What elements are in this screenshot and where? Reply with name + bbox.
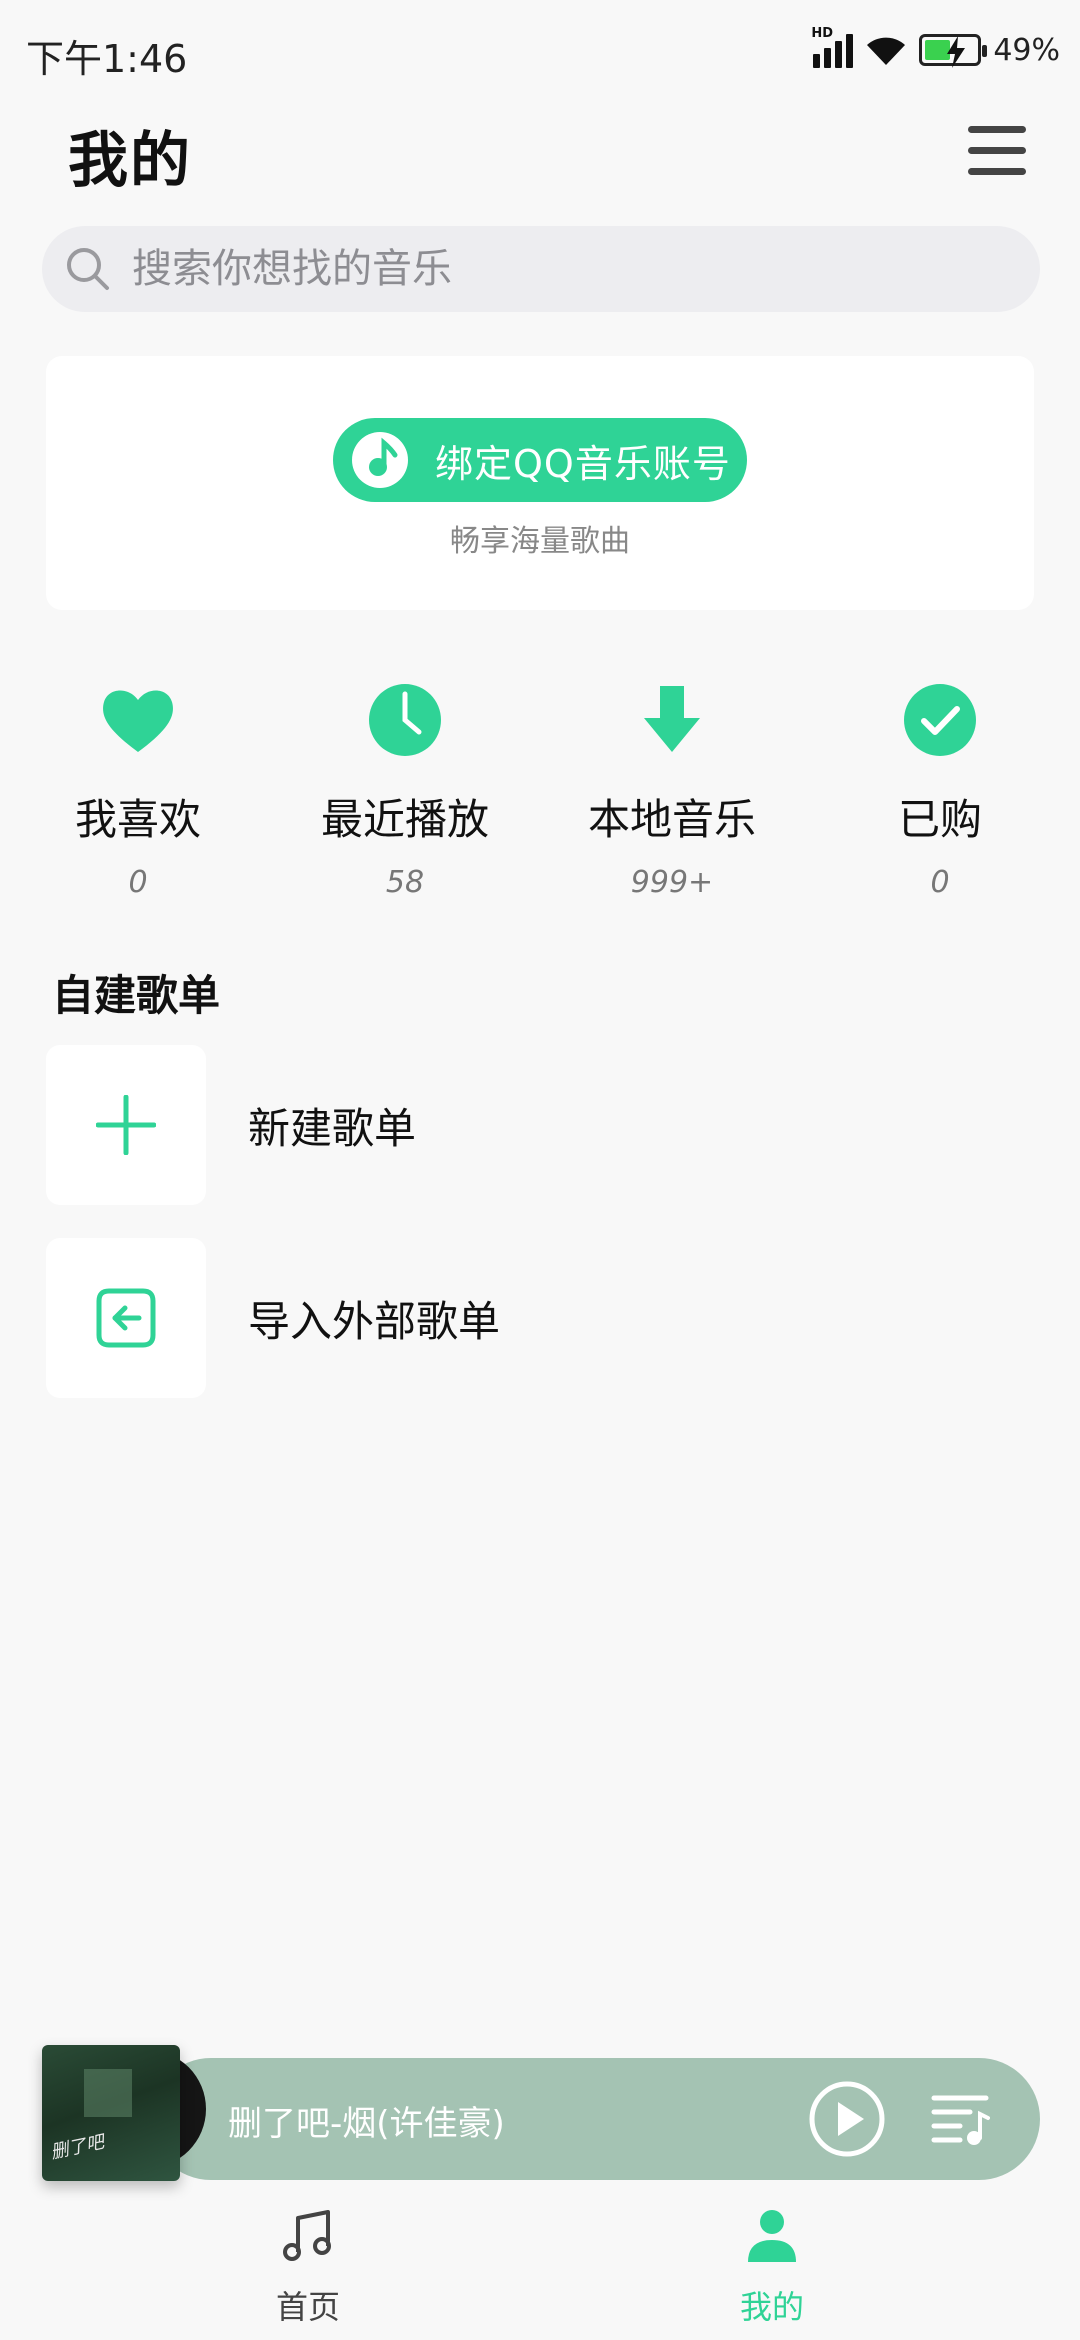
section-title-playlists: 自建歌单 bbox=[52, 971, 221, 1020]
status-time: 下午1:46 bbox=[26, 37, 188, 81]
quick-entry-label: 本地音乐 bbox=[587, 795, 756, 844]
play-button[interactable] bbox=[808, 2080, 886, 2158]
qq-music-icon bbox=[352, 432, 408, 488]
plus-icon bbox=[96, 1095, 156, 1155]
quick-entry-count: 58 bbox=[385, 865, 425, 900]
signal-icon: HD bbox=[811, 26, 854, 68]
quick-entry-count: 999+ bbox=[630, 865, 714, 900]
create-playlist-tile bbox=[46, 1045, 206, 1205]
bind-button-label: 绑定QQ音乐账号 bbox=[435, 441, 731, 486]
nav-mine[interactable]: 我的 bbox=[682, 2208, 862, 2328]
playlist-item-label: 导入外部歌单 bbox=[248, 1296, 501, 1346]
album-cover[interactable]: 删了吧 bbox=[42, 2045, 180, 2181]
import-icon bbox=[96, 1288, 156, 1348]
battery-icon bbox=[919, 34, 988, 68]
user-icon bbox=[748, 2210, 796, 2262]
check-icon bbox=[904, 684, 976, 756]
import-playlist-tile bbox=[46, 1238, 206, 1398]
network-type: HD bbox=[811, 26, 833, 41]
page-title: 我的 bbox=[68, 126, 192, 196]
quick-entry-local[interactable]: 本地音乐 999+ bbox=[572, 680, 772, 900]
heart-icon bbox=[103, 690, 173, 752]
quick-entry-count: 0 bbox=[128, 865, 148, 900]
quick-entry-label: 已购 bbox=[897, 795, 982, 844]
quick-entry-label: 我喜欢 bbox=[74, 795, 201, 844]
import-playlist-item[interactable]: 导入外部歌单 bbox=[46, 1238, 946, 1398]
status-icons: HD 49% bbox=[811, 26, 1060, 68]
bind-subtitle: 畅享海量歌曲 bbox=[450, 524, 630, 559]
battery-percent: 49% bbox=[993, 32, 1060, 68]
wifi-icon bbox=[867, 37, 906, 65]
album-scribble: 删了吧 bbox=[48, 2131, 106, 2164]
search-bar[interactable] bbox=[42, 226, 1040, 312]
search-icon bbox=[67, 248, 109, 290]
quick-entry-count: 0 bbox=[930, 865, 950, 900]
playlist-queue-icon[interactable] bbox=[930, 2092, 990, 2148]
now-playing-title: 删了吧-烟(许佳豪) bbox=[228, 2104, 505, 2144]
bind-account-card: 绑定QQ音乐账号 畅享海量歌曲 bbox=[46, 356, 1034, 610]
music-note-icon bbox=[283, 2210, 331, 2261]
menu-button[interactable] bbox=[968, 124, 1026, 178]
quick-entry-label: 最近播放 bbox=[320, 795, 489, 844]
search-input[interactable] bbox=[132, 246, 932, 292]
quick-entry-recent[interactable]: 最近播放 58 bbox=[305, 680, 505, 900]
clock-icon bbox=[369, 684, 441, 756]
quick-entry-favorites[interactable]: 我喜欢 0 bbox=[38, 680, 238, 900]
create-playlist-item[interactable]: 新建歌单 bbox=[46, 1045, 946, 1205]
download-icon bbox=[644, 686, 700, 752]
nav-label: 我的 bbox=[739, 2288, 804, 2326]
nav-label: 首页 bbox=[275, 2288, 340, 2326]
menu-icon bbox=[968, 126, 1026, 133]
nav-home[interactable]: 首页 bbox=[218, 2208, 398, 2328]
playlist-item-label: 新建歌单 bbox=[248, 1103, 417, 1153]
quick-entry-purchased[interactable]: 已购 0 bbox=[840, 680, 1040, 900]
bind-qq-music-button[interactable]: 绑定QQ音乐账号 bbox=[333, 418, 747, 502]
